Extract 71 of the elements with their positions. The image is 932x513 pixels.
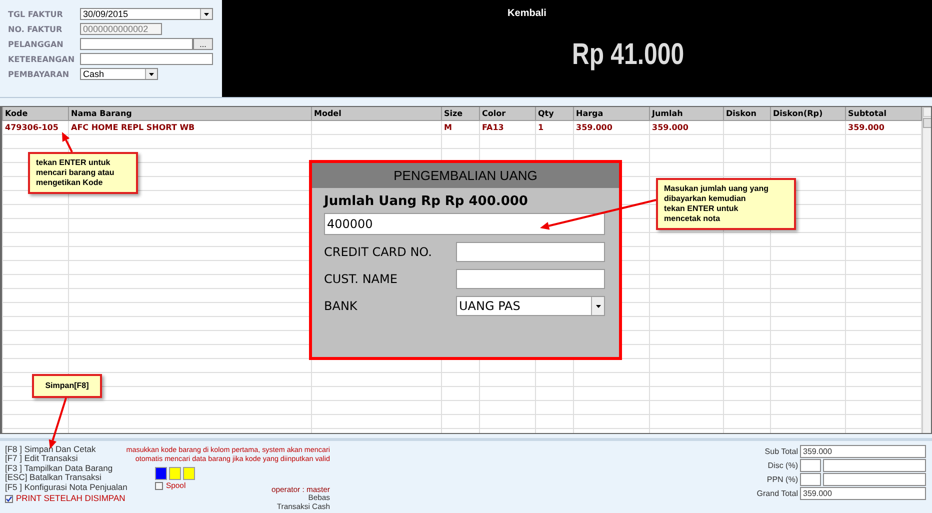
amount-label: Jumlah Uang Rp Rp 400.000 bbox=[324, 194, 529, 209]
table-cell: M bbox=[442, 120, 480, 134]
table-cell: AFC HOME REPL SHORT WB bbox=[68, 120, 312, 134]
column-header[interactable]: Jumlah bbox=[650, 107, 724, 120]
column-header[interactable]: Size bbox=[442, 107, 480, 120]
field-label: NO. FAKTUR bbox=[8, 24, 64, 34]
column-header[interactable]: Diskon(Rp) bbox=[770, 107, 846, 120]
field-label: CUST. NAME bbox=[324, 272, 398, 286]
total-label: Grand Total bbox=[756, 489, 798, 498]
color-swatch[interactable] bbox=[169, 467, 181, 480]
total-field[interactable]: 359.000 bbox=[800, 487, 926, 500]
shortcut-text: [F8 ] Simpan Dan Cetak bbox=[5, 445, 96, 454]
table-cell: FA13 bbox=[480, 120, 536, 134]
amount-field[interactable] bbox=[823, 473, 926, 486]
column-header[interactable]: Subtotal bbox=[846, 107, 922, 120]
field-label: CREDIT CARD NO. bbox=[324, 245, 432, 259]
percent-field[interactable] bbox=[800, 473, 821, 486]
change-title: Kembali bbox=[508, 8, 546, 19]
shortcut-text: [F7 ] Edit Transaksi bbox=[5, 454, 78, 464]
column-header[interactable]: Nama Barang bbox=[68, 107, 312, 120]
shortcut-text: [F5 ] Konfigurasi Nota Penjualan bbox=[5, 482, 128, 492]
callout-arrow bbox=[62, 132, 73, 152]
checkmark-icon bbox=[6, 496, 12, 502]
field-label: TGL FAKTUR bbox=[8, 10, 64, 18]
table-cell: 359.000 bbox=[574, 120, 650, 134]
total-label: Sub Total bbox=[764, 447, 798, 456]
browse-button[interactable]: ... bbox=[193, 38, 213, 50]
shortcut-text: [F3 ] Tampilkan Data Barang bbox=[5, 464, 113, 474]
total-field[interactable]: 359.000 bbox=[800, 445, 926, 458]
dropdown[interactable]: UANG PAS bbox=[456, 296, 605, 316]
text-field[interactable] bbox=[456, 242, 605, 262]
dropdown[interactable]: 30/09/2015 bbox=[80, 8, 213, 20]
table-cell: 359.000 bbox=[650, 120, 724, 134]
amount-field[interactable] bbox=[823, 459, 926, 472]
column-header[interactable]: Color bbox=[480, 107, 536, 120]
percent-field[interactable] bbox=[800, 459, 821, 472]
table-cell: 1 bbox=[536, 120, 574, 134]
dropdown-arrow-icon bbox=[596, 304, 600, 308]
column-header[interactable]: Qty bbox=[536, 107, 574, 120]
dialog-title: PENGEMBALIAN UANG bbox=[312, 163, 619, 188]
scrollbar[interactable] bbox=[922, 107, 931, 433]
color-swatch[interactable] bbox=[183, 467, 195, 480]
callout-note: Masukan jumlah uang yang dibayarkan kemudian tekan ENTER untuk mencetak nota bbox=[656, 178, 796, 230]
total-label: Disc (%) bbox=[768, 461, 798, 470]
shortcut-text: [ESC] Batalkan Transaksi bbox=[5, 473, 102, 483]
callout-note: tekan ENTER untuk mencari barang atau mengetikan Kode bbox=[28, 152, 138, 194]
text-field[interactable] bbox=[456, 269, 605, 289]
field-label: PEMBAYARAN bbox=[8, 70, 70, 78]
table-cell: 479306-105 bbox=[2, 120, 68, 134]
color-swatch[interactable] bbox=[155, 467, 167, 480]
checkbox[interactable] bbox=[155, 482, 163, 490]
table-cell: 359.000 bbox=[846, 120, 922, 134]
total-label: PPN (%) bbox=[766, 475, 798, 484]
dropdown-arrow-icon bbox=[204, 12, 209, 16]
dropdown[interactable]: Cash bbox=[80, 68, 158, 80]
field-label: KETEREANGAN bbox=[8, 54, 76, 64]
dropdown-arrow-icon bbox=[149, 72, 154, 76]
text-field[interactable] bbox=[80, 53, 213, 65]
checkbox[interactable] bbox=[5, 494, 13, 503]
column-header[interactable]: Harga bbox=[574, 107, 650, 120]
change-amount: Rp 41.000 bbox=[572, 38, 684, 72]
column-header[interactable]: Diskon bbox=[724, 107, 770, 120]
column-header[interactable]: Kode bbox=[2, 107, 68, 120]
checkbox-label: PRINT SETELAH DISIMPAN bbox=[16, 494, 126, 504]
field-label: PELANGGAN bbox=[8, 40, 64, 48]
field-label: BANK bbox=[324, 299, 358, 313]
amount-field[interactable]: 400000 bbox=[324, 213, 605, 235]
column-header[interactable]: Model bbox=[312, 107, 442, 120]
callout-note: Simpan[F8] bbox=[32, 374, 102, 398]
text-field[interactable]: 0000000000002 bbox=[80, 23, 162, 35]
text-field[interactable] bbox=[80, 38, 193, 50]
